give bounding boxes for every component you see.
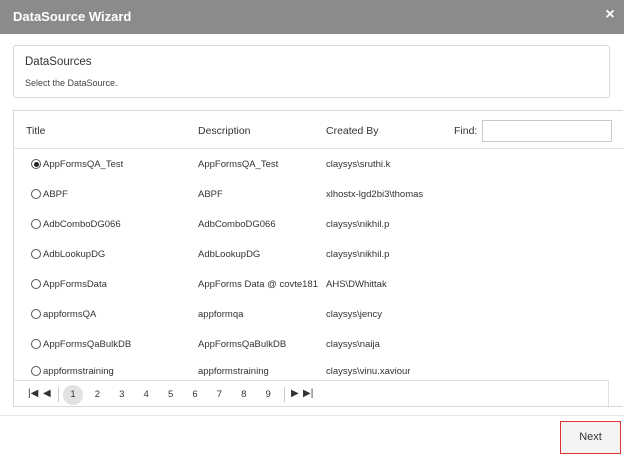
- row-radio[interactable]: [31, 339, 41, 349]
- page-number[interactable]: 4: [136, 385, 156, 405]
- column-header-description[interactable]: Description: [198, 125, 251, 137]
- cell-created-by: claysys\naija: [326, 339, 380, 350]
- first-page-icon[interactable]: |◀: [28, 388, 38, 399]
- table-row[interactable]: appformsQA appformqa claysys\jency: [14, 309, 624, 339]
- cell-title: AppFormsQaBulkDB: [43, 339, 132, 350]
- page-number[interactable]: 2: [87, 385, 107, 405]
- cell-description: appformqa: [198, 309, 244, 320]
- pager-divider: [284, 387, 285, 402]
- cell-description: AppFormsQaBulkDB: [198, 339, 287, 350]
- page-number[interactable]: 9: [258, 385, 278, 405]
- cell-created-by: claysys\sruthi.k: [326, 159, 391, 170]
- row-radio[interactable]: [31, 159, 41, 169]
- title-bar: DataSource Wizard ×: [0, 0, 624, 34]
- row-radio[interactable]: [31, 219, 41, 229]
- pager: |◀ ◀ 123456789 ▶ ▶|: [14, 380, 609, 408]
- row-radio[interactable]: [31, 279, 41, 289]
- cell-title: ABPF: [43, 189, 68, 200]
- header-divider: [14, 148, 624, 149]
- row-radio[interactable]: [31, 366, 41, 376]
- cell-description: AppFormsQA_Test: [198, 159, 279, 170]
- close-icon[interactable]: ×: [602, 7, 618, 23]
- cell-created-by: AHS\DWhittak: [326, 279, 387, 290]
- cell-description: appformstraining: [198, 366, 269, 377]
- last-page-icon[interactable]: ▶|: [303, 388, 313, 399]
- cell-title: appformstraining: [43, 366, 114, 377]
- next-button[interactable]: Next: [560, 421, 621, 454]
- row-radio[interactable]: [31, 189, 41, 199]
- cell-description: AdbComboDG066: [198, 219, 276, 230]
- pager-divider: [58, 387, 59, 402]
- cell-description: ABPF: [198, 189, 223, 200]
- table-row[interactable]: AdbLookupDG AdbLookupDG claysys\nikhil.p: [14, 249, 624, 279]
- cell-title: appformsQA: [43, 309, 97, 320]
- table-row[interactable]: AppFormsData AppForms Data @ covte181 AHS\…: [14, 279, 624, 309]
- datasources-panel: DataSources Select the DataSource.: [13, 45, 610, 98]
- cell-created-by: claysys\jency: [326, 309, 382, 320]
- page-number[interactable]: 6: [185, 385, 205, 405]
- table-row[interactable]: AdbComboDG066 AdbComboDG066 claysys\nikhil…: [14, 219, 624, 249]
- page-number[interactable]: 7: [209, 385, 229, 405]
- cell-created-by: claysys\nikhil.p: [326, 219, 390, 230]
- cell-description: AdbLookupDG: [198, 249, 261, 260]
- table-row[interactable]: ABPF ABPF xlhostx-lgd2bi3\thomas: [14, 189, 624, 219]
- cell-created-by: claysys\nikhil.p: [326, 249, 390, 260]
- page-number[interactable]: 5: [161, 385, 181, 405]
- cell-title: AppFormsQA_Test: [43, 159, 124, 170]
- row-radio[interactable]: [31, 249, 41, 259]
- footer-divider: [0, 415, 624, 416]
- previous-page-icon[interactable]: ◀: [43, 388, 51, 399]
- page-number[interactable]: 3: [112, 385, 132, 405]
- window-title: DataSource Wizard: [13, 9, 132, 24]
- row-radio[interactable]: [31, 309, 41, 319]
- datasources-instruction: Select the DataSource.: [25, 78, 118, 88]
- column-header-created-by[interactable]: Created By: [326, 125, 379, 137]
- cell-description: AppForms Data @ covte181: [198, 279, 319, 290]
- table-row[interactable]: AppFormsQaBulkDB AppFormsQaBulkDB claysys\…: [14, 339, 624, 369]
- cell-title: AdbLookupDG: [43, 249, 106, 260]
- page-number[interactable]: 8: [234, 385, 254, 405]
- datasource-grid: Title Description Created By Find: AppFo…: [13, 110, 624, 408]
- cell-created-by: xlhostx-lgd2bi3\thomas: [326, 189, 424, 200]
- find-label: Find:: [454, 125, 478, 137]
- find-input[interactable]: [482, 120, 612, 142]
- cell-created-by: claysys\vinu.xaviour: [326, 366, 411, 377]
- next-page-icon[interactable]: ▶: [291, 388, 299, 399]
- datasources-heading: DataSources: [25, 56, 92, 68]
- column-header-title[interactable]: Title: [26, 125, 45, 137]
- cell-title: AppFormsData: [43, 279, 107, 290]
- cell-title: AdbComboDG066: [43, 219, 121, 230]
- page-number[interactable]: 1: [63, 385, 83, 405]
- table-row[interactable]: AppFormsQA_Test AppFormsQA_Test claysys\sr…: [14, 159, 624, 189]
